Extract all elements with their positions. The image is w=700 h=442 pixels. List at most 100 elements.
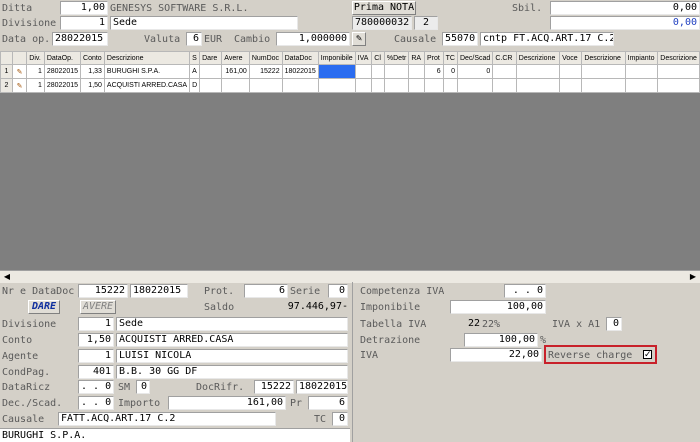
grid-header-detr[interactable]: %Detr [383, 51, 410, 65]
table-row[interactable]: 2 ✎ 1 28022015 1,50 ACQUISTI ARRED.CASA … [0, 78, 700, 93]
cell-dare[interactable] [199, 78, 223, 93]
dare-button[interactable]: DARE [28, 300, 60, 314]
cell-ccr[interactable] [492, 78, 517, 93]
grid-header-ra[interactable]: RA [408, 51, 425, 65]
iva-x-a1-field[interactable]: 0 [606, 317, 622, 331]
cell-conto[interactable]: 1,50 [80, 78, 105, 93]
prot-field[interactable]: 6 [244, 284, 288, 298]
cell-descrizione-3[interactable] [581, 64, 626, 79]
grid-header-descrizione-4[interactable]: Descrizione [657, 51, 700, 65]
grid-header-decscad[interactable]: Dec/Scad [456, 51, 494, 65]
condpag-field[interactable]: 401 [78, 365, 114, 379]
cell-impianto[interactable] [624, 78, 659, 93]
pr-field[interactable]: 6 [308, 396, 348, 410]
grid-header-voce[interactable]: Voce [559, 51, 583, 65]
cell-datadoc[interactable] [281, 78, 319, 93]
scroll-right-icon[interactable]: ▶ [688, 271, 698, 282]
dataricz-field[interactable]: . . 0 [78, 380, 114, 394]
cell-avere[interactable] [221, 78, 250, 93]
cambio-field[interactable]: 1,000000 [276, 32, 350, 46]
nr-doc-field[interactable]: 15222 [78, 284, 128, 298]
conto-name-field[interactable]: ACQUISTI ARRED.CASA [116, 333, 348, 347]
cell-conto[interactable]: 1,33 [80, 64, 105, 79]
grid-header-ccr[interactable]: C.CR [492, 51, 517, 65]
cell-descrizione-4[interactable] [657, 78, 700, 93]
cell-detr[interactable] [383, 64, 410, 79]
agente-name-field[interactable]: LUISI NICOLA [116, 349, 348, 363]
prima-nota-button[interactable]: Prima NOTA [352, 1, 416, 15]
cell-tc[interactable] [442, 78, 458, 93]
cell-prot[interactable]: 6 [423, 64, 444, 79]
docrifr-number-field[interactable]: 15222 [254, 380, 294, 394]
docrifr-date-field[interactable]: 18022015 [296, 380, 348, 394]
decscad-field[interactable]: . . 0 [78, 396, 114, 410]
detail-divisione-field[interactable]: 1 [78, 317, 114, 331]
cell-dare[interactable] [199, 64, 223, 79]
cell-descrizione-3[interactable] [581, 78, 626, 93]
grid-header-div[interactable]: Div. [26, 51, 45, 65]
tc-field[interactable]: 0 [332, 412, 348, 426]
cell-cl[interactable] [371, 64, 385, 79]
cell-descrizione-2[interactable] [515, 78, 561, 93]
cell-descrizione-4[interactable] [657, 64, 700, 79]
cell-s[interactable]: D [189, 78, 201, 93]
cell-decscad[interactable] [456, 78, 494, 93]
cell-dataop[interactable]: 28022015 [43, 78, 82, 93]
grid-header-descrizione-3[interactable]: Descrizione [581, 51, 626, 65]
grid-header-impianto[interactable]: Impianto [624, 51, 659, 65]
row-number[interactable]: 2 [0, 78, 13, 93]
grid-header-numdoc[interactable]: NumDoc [248, 51, 283, 65]
cell-descrizione[interactable]: BURUGHI S.P.A. [103, 64, 191, 79]
causale-code-field[interactable]: 55070 [442, 32, 478, 46]
tabella-iva-code[interactable]: 22 [460, 317, 480, 330]
grid-header-s[interactable]: S [189, 51, 201, 65]
data-doc-field[interactable]: 18022015 [130, 284, 188, 298]
cell-datadoc[interactable]: 18022015 [281, 64, 319, 79]
grid-header-dataop[interactable]: DataOp. [43, 51, 82, 65]
reverse-charge-checkbox[interactable]: ✓ [643, 350, 652, 359]
cell-impianto[interactable] [624, 64, 659, 79]
avere-button[interactable]: AVERE [80, 300, 116, 314]
cell-div[interactable]: 1 [26, 64, 45, 79]
condpag-name-field[interactable]: B.B. 30 GG DF [116, 365, 348, 379]
grid-header-avere[interactable]: Avere [221, 51, 250, 65]
data-op-field[interactable]: 28022015 [52, 32, 108, 46]
cell-ccr[interactable] [492, 64, 517, 79]
valuta-number-field[interactable]: 6 [186, 32, 202, 46]
cell-iva[interactable] [354, 64, 373, 79]
row-number[interactable]: 1 [0, 64, 13, 79]
cell-ra[interactable] [408, 78, 425, 93]
edit-row-icon[interactable]: ✎ [11, 64, 28, 79]
cell-iva[interactable] [354, 78, 373, 93]
grid-header-cl[interactable]: Cl [371, 51, 385, 65]
sbil-field[interactable]: 0,00 [550, 1, 700, 15]
cell-cl[interactable] [371, 78, 385, 93]
grid-header-datadoc[interactable]: DataDoc [281, 51, 319, 65]
imponibile-field[interactable]: 100,00 [450, 300, 546, 314]
competenza-iva-field[interactable]: . . 0 [504, 284, 546, 298]
cell-descrizione-2[interactable] [515, 64, 561, 79]
cell-imponibile-selected[interactable] [317, 64, 356, 79]
causale-description-field[interactable]: cntp FT.ACQ.ART.17 C.2 [480, 32, 614, 46]
cell-voce[interactable] [559, 78, 583, 93]
sm-field[interactable]: 0 [136, 380, 150, 394]
grid-header-descrizione-2[interactable]: Descrizione [515, 51, 561, 65]
cell-ra[interactable] [408, 64, 425, 79]
grid-header-conto[interactable]: Conto [80, 51, 105, 65]
grid-header-dare[interactable]: Dare [199, 51, 223, 65]
conto-field[interactable]: 1,50 [78, 333, 114, 347]
ditta-field[interactable]: 1,00 [60, 1, 108, 15]
scroll-left-icon[interactable]: ◀ [2, 271, 12, 282]
cell-imponibile[interactable] [317, 78, 356, 93]
cell-decscad[interactable]: 0 [456, 64, 494, 79]
cell-tc[interactable]: 0 [442, 64, 458, 79]
iva-field[interactable]: 22,00 [450, 348, 542, 362]
detail-divisione-name[interactable]: Sede [116, 317, 348, 331]
cell-prot[interactable] [423, 78, 444, 93]
divisione-name-field[interactable]: Sede [110, 16, 298, 30]
grid-header-imponibile[interactable]: Imponibile [317, 51, 356, 65]
agente-field[interactable]: 1 [78, 349, 114, 363]
cell-avere[interactable]: 161,00 [221, 64, 250, 79]
detrazione-field[interactable]: 100,00 [464, 333, 538, 347]
cell-voce[interactable] [559, 64, 583, 79]
